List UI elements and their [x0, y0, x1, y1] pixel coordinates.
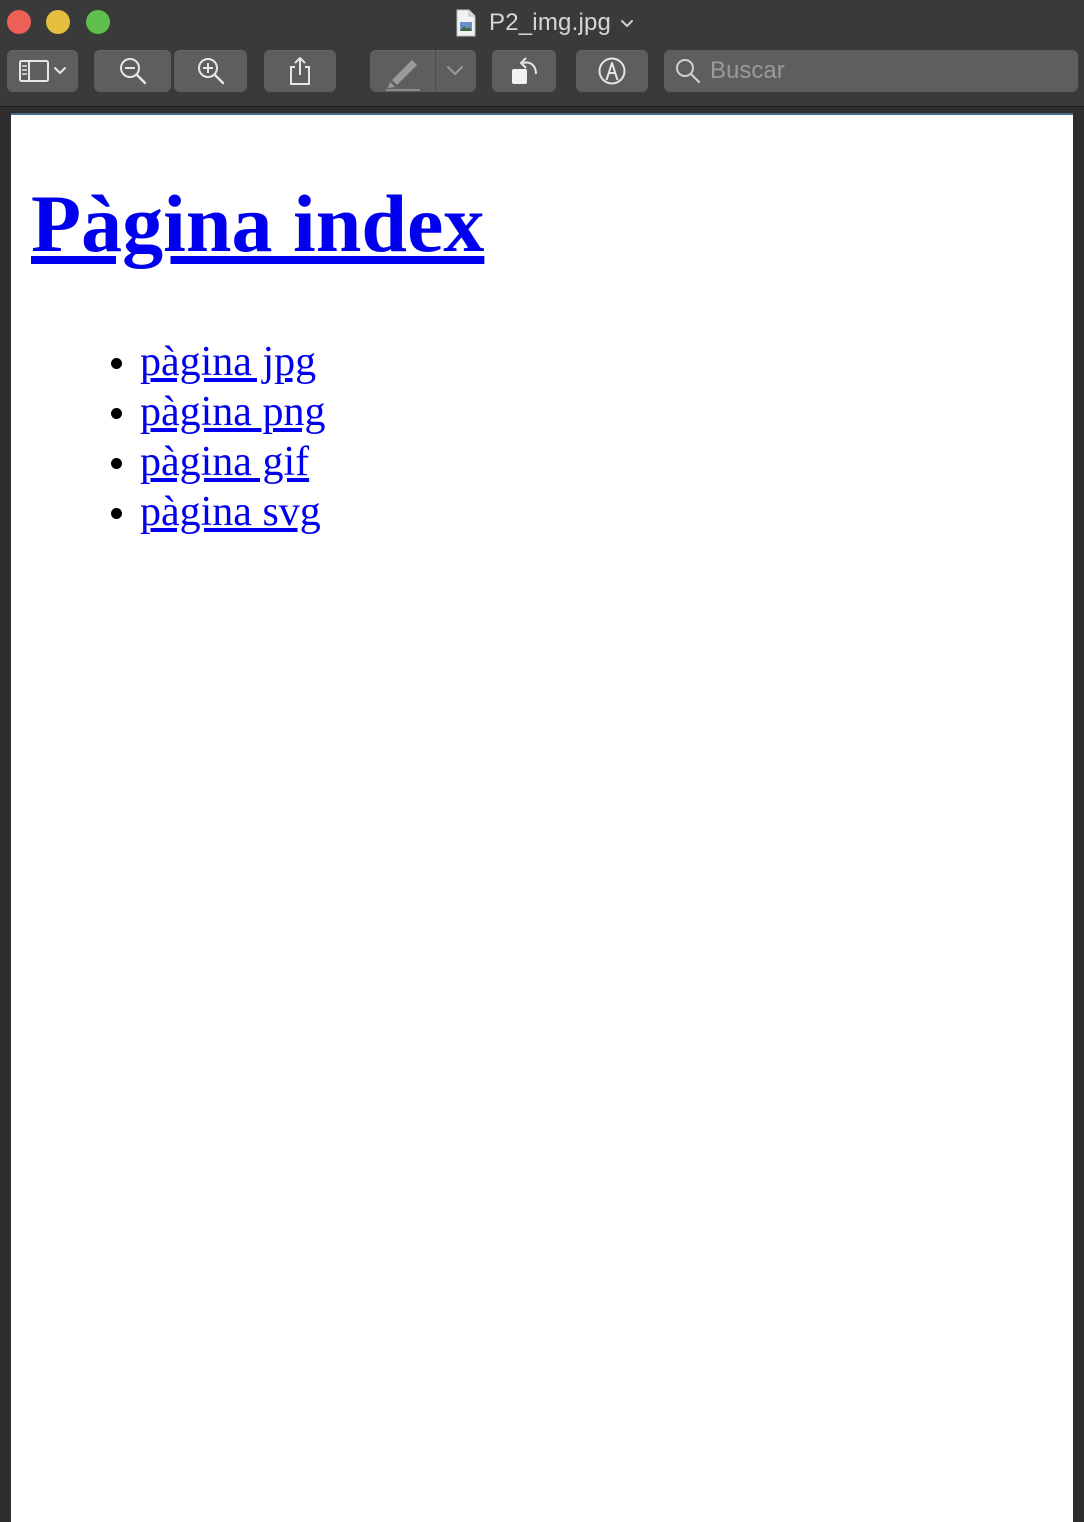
highlight-button[interactable]	[370, 50, 476, 92]
zoom-out-icon	[119, 58, 146, 85]
sidebar-icon	[18, 60, 66, 82]
markup-icon	[598, 57, 626, 85]
minimize-window-button[interactable]	[46, 10, 70, 34]
toolbar	[0, 44, 1084, 107]
link-jpg[interactable]: pàgina jpg	[140, 339, 316, 385]
search-icon	[676, 59, 701, 84]
zoom-in-icon	[197, 58, 224, 85]
link-list: pàgina jpg pàgina png pàgina gif pàgina …	[11, 337, 325, 537]
chevron-down-icon[interactable]	[436, 50, 476, 92]
list-item: pàgina svg	[140, 487, 325, 537]
heading-link[interactable]: Pàgina index	[31, 178, 484, 269]
title-bar: P2_img.jpg	[0, 0, 1084, 44]
link-png[interactable]: pàgina png	[140, 389, 325, 435]
document-page: Pàgina index pàgina jpg pàgina png pàgin…	[11, 113, 1073, 1522]
link-svg[interactable]: pàgina svg	[140, 489, 321, 535]
window-title: P2_img.jpg	[489, 9, 612, 36]
link-gif[interactable]: pàgina gif	[140, 439, 309, 485]
zoom-in-button[interactable]	[174, 50, 247, 92]
page-heading: Pàgina index	[31, 179, 484, 269]
markup-button[interactable]	[576, 50, 648, 92]
rotate-icon	[512, 57, 537, 84]
document-icon	[456, 9, 476, 37]
maximize-window-button[interactable]	[86, 10, 110, 34]
zoom-out-button[interactable]	[94, 50, 171, 92]
search-input[interactable]	[710, 57, 1060, 85]
preview-window: P2_img.jpg Buscar Pàgina index • pàgina …	[0, 0, 1084, 1522]
rotate-button[interactable]	[492, 50, 556, 92]
share-icon	[290, 57, 310, 85]
share-button[interactable]	[264, 50, 336, 92]
list-item: pàgina png	[140, 387, 325, 437]
list-item: pàgina jpg	[140, 337, 325, 387]
close-window-button[interactable]	[7, 10, 31, 34]
highlighter-icon	[386, 50, 436, 92]
search-field[interactable]	[664, 50, 1078, 92]
window-title-menu[interactable]: P2_img.jpg	[455, 6, 635, 40]
chevron-down-icon	[621, 20, 634, 27]
list-item: pàgina gif	[140, 437, 325, 487]
sidebar-toggle-button[interactable]	[7, 50, 78, 92]
